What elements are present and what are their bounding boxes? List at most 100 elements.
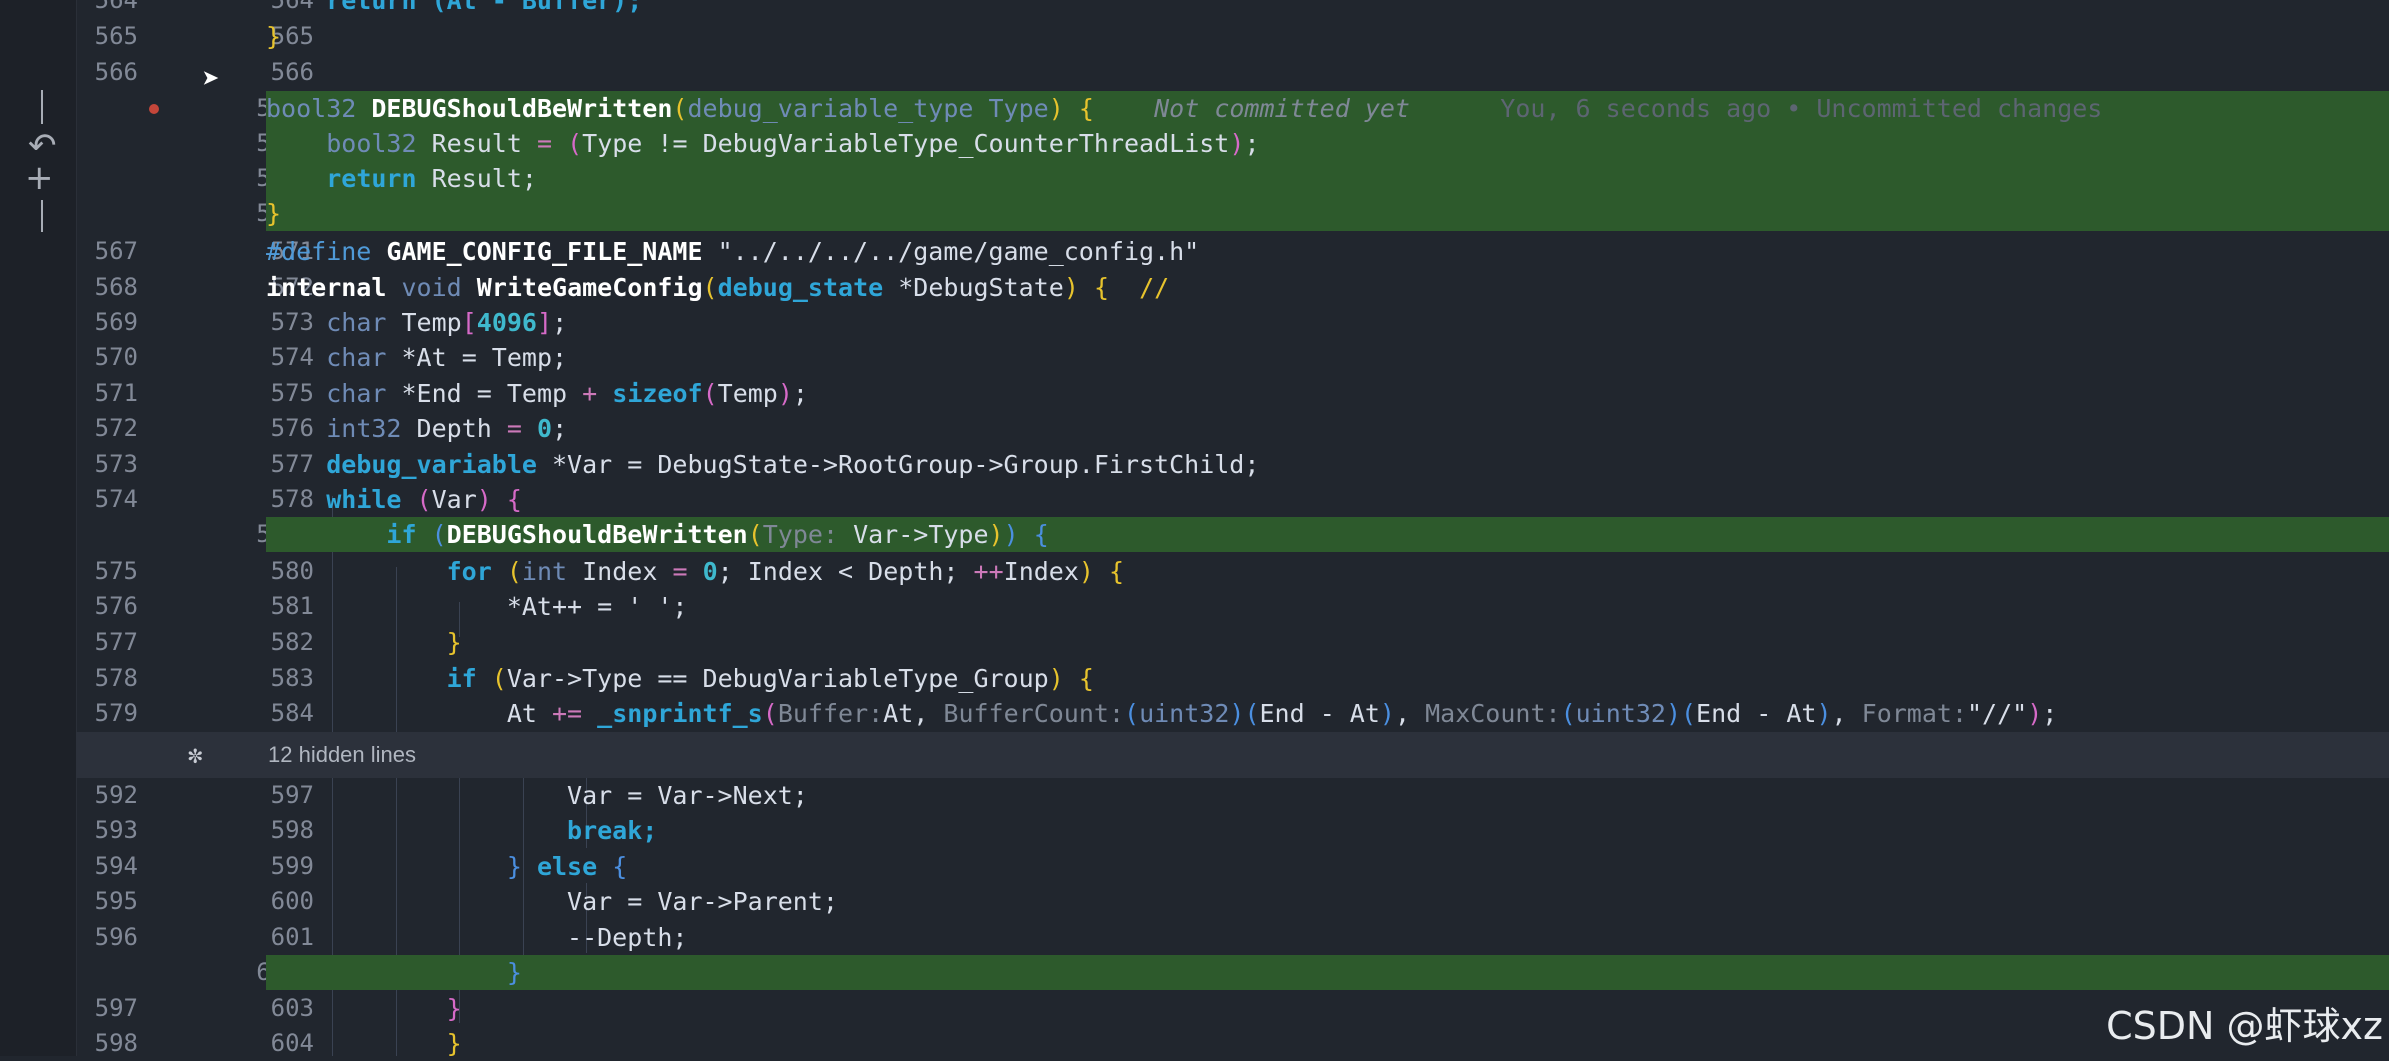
blame-info: You, 6 seconds ago • Uncommitted changes [1500, 94, 2103, 123]
unfold-icon[interactable]: ✼ [188, 732, 202, 778]
code-text: --Depth; [266, 920, 2389, 955]
code-text: bool32 Result = (Type != DebugVariableTy… [266, 126, 2389, 161]
code-text: return (At - Buffer); [266, 0, 2389, 18]
code-line[interactable]: 597 603 } [76, 991, 2389, 1026]
statement: Var = Var->Parent; [567, 887, 838, 916]
condition: Var->Type == DebugVariableType_Group [506, 664, 1049, 693]
code-line-added[interactable]: 568+ bool32 Result = (Type != DebugVaria… [76, 126, 2389, 161]
old-line-number: 578 [94, 664, 138, 692]
identifier: Temp [401, 308, 462, 337]
argument: End - At [1696, 699, 1817, 728]
keyword: return [326, 164, 417, 193]
identifier: *At = Temp; [401, 343, 568, 372]
code-line[interactable]: 566 566 [76, 55, 2389, 90]
argument: End - At [1259, 699, 1380, 728]
code-editor[interactable]: 564 564 return (At - Buffer); 565 565 } … [76, 0, 2389, 1058]
operator: = [536, 129, 553, 158]
type-token: int32 [326, 414, 402, 443]
code-line-added[interactable]: 602+ } [76, 955, 2389, 990]
old-line-number: 577 [94, 628, 138, 656]
code-line[interactable]: 568 572 internal void WriteGameConfig(de… [76, 270, 2389, 305]
old-line-number: 568 [94, 273, 138, 301]
brace: } [446, 994, 462, 1023]
old-line-number: 566 [94, 58, 138, 86]
inlay-hint: Format: [1861, 699, 1967, 728]
code-line[interactable]: 570 574 char *At = Temp; [76, 340, 2389, 375]
code-line[interactable]: 569 573 char Temp[4096]; [76, 305, 2389, 340]
identifier: Index [1003, 557, 1079, 586]
code-line-added[interactable]: 579+ if (DEBUGShouldBeWritten(Type: Var-… [76, 517, 2389, 552]
macro-name: GAME_CONFIG_FILE_NAME [386, 237, 703, 266]
code-line[interactable]: 571 575 char *End = Temp + sizeof(Temp); [76, 376, 2389, 411]
old-line-number [76, 126, 138, 161]
code-line[interactable]: 578 583 if (Var->Type == DebugVariableTy… [76, 661, 2389, 696]
inlay-hint: MaxCount: [1425, 699, 1561, 728]
plus-icon[interactable]: + [25, 158, 54, 198]
blame-note: Not committed yet [1154, 94, 1410, 123]
old-line-number: 596 [94, 923, 138, 951]
qualifier: internal [266, 273, 387, 302]
code-text-span: return (At - Buffer); [266, 0, 643, 15]
code-text: } [266, 991, 2389, 1026]
code-line-added[interactable]: 569+ return Result; [76, 161, 2389, 196]
brace: { [1078, 94, 1094, 123]
code-line[interactable]: 564 564 return (At - Buffer); [76, 0, 2389, 18]
code-text: #define GAME_CONFIG_FILE_NAME "../../../… [266, 234, 2389, 269]
type-token: uint32 [1139, 699, 1230, 728]
code-line[interactable]: 596 601 --Depth; [76, 920, 2389, 955]
code-line[interactable]: 579 584 At += _snprintf_s(Buffer:At, Buf… [76, 696, 2389, 731]
brace: } [506, 958, 522, 987]
code-text: while (Var) { [326, 485, 522, 514]
code-line[interactable]: 565 565 } [76, 19, 2389, 54]
code-text: } [266, 19, 2389, 54]
old-line-number [76, 161, 138, 196]
code-text: if (Var->Type == DebugVariableType_Group… [446, 664, 1094, 693]
code-line[interactable]: 572 576 int32 Depth = 0; [76, 411, 2389, 446]
statement: *At++ = ' '; [506, 592, 688, 621]
code-line[interactable]: 574 578 while (Var) { [76, 482, 2389, 517]
code-line[interactable]: 573 577 debug_variable *Var = DebugState… [76, 447, 2389, 482]
hidden-lines-fold[interactable]: ✼ 12 hidden lines [76, 732, 2389, 778]
identifier: *End = Temp [401, 379, 568, 408]
breakpoint-dot[interactable] [149, 104, 159, 114]
type-token: bool32 [326, 129, 417, 158]
code-text: break; [266, 813, 2389, 848]
code-line[interactable]: 595 600 Var = Var->Parent; [76, 884, 2389, 919]
code-text: int32 Depth = 0; [326, 414, 568, 443]
code-line-added[interactable]: 570+ } [76, 196, 2389, 231]
code-line[interactable]: 593 598 break; [76, 813, 2389, 848]
divider-line-bottom [41, 200, 43, 232]
function-name: DEBUGShouldBeWritten [446, 520, 748, 549]
type-token: char [326, 379, 387, 408]
old-line-number: 594 [94, 852, 138, 880]
code-line[interactable]: 577 582 } [76, 625, 2389, 660]
code-line[interactable]: 575 580 for (int Index = 0; Index < Dept… [76, 554, 2389, 589]
param-name: *DebugState [898, 273, 1064, 302]
keyword: while [326, 485, 402, 514]
statement: --Depth; [567, 923, 688, 952]
keyword: else [536, 852, 598, 881]
code-text: internal void WriteGameConfig(debug_stat… [266, 273, 1170, 302]
old-line-number: 570 [94, 343, 138, 371]
type-token: bool32 [266, 94, 357, 123]
code-line-added[interactable]: 567+ bool32 DEBUGShouldBeWritten(debug_v… [76, 91, 2389, 126]
brace: } [446, 628, 462, 657]
old-line-number [76, 517, 138, 552]
hidden-lines-label: 12 hidden lines [268, 742, 417, 767]
old-line-number [76, 196, 138, 231]
code-line[interactable]: 592 597 Var = Var->Next; [76, 778, 2389, 813]
code-text: for (int Index = 0; Index < Depth; ++Ind… [446, 557, 1125, 586]
old-line-number: 597 [94, 994, 138, 1022]
code-text: bool32 DEBUGShouldBeWritten(debug_variab… [266, 91, 2389, 126]
old-line-number: 567 [94, 237, 138, 265]
code-text: } [266, 955, 2389, 990]
identifier: *Var = DebugState->RootGroup->Group.Firs… [552, 450, 1260, 479]
number-literal: 0 [702, 557, 718, 586]
code-line[interactable]: 594 599 } else { [76, 849, 2389, 884]
code-line[interactable]: 567 571 #define GAME_CONFIG_FILE_NAME ".… [76, 234, 2389, 269]
params: debug_variable_type Type [687, 94, 1049, 123]
code-line[interactable]: 576 581 *At++ = ' '; [76, 589, 2389, 624]
condition: Index < Depth; [747, 557, 959, 586]
code-text: char *End = Temp + sizeof(Temp); [326, 379, 808, 408]
brace: } [266, 22, 282, 51]
